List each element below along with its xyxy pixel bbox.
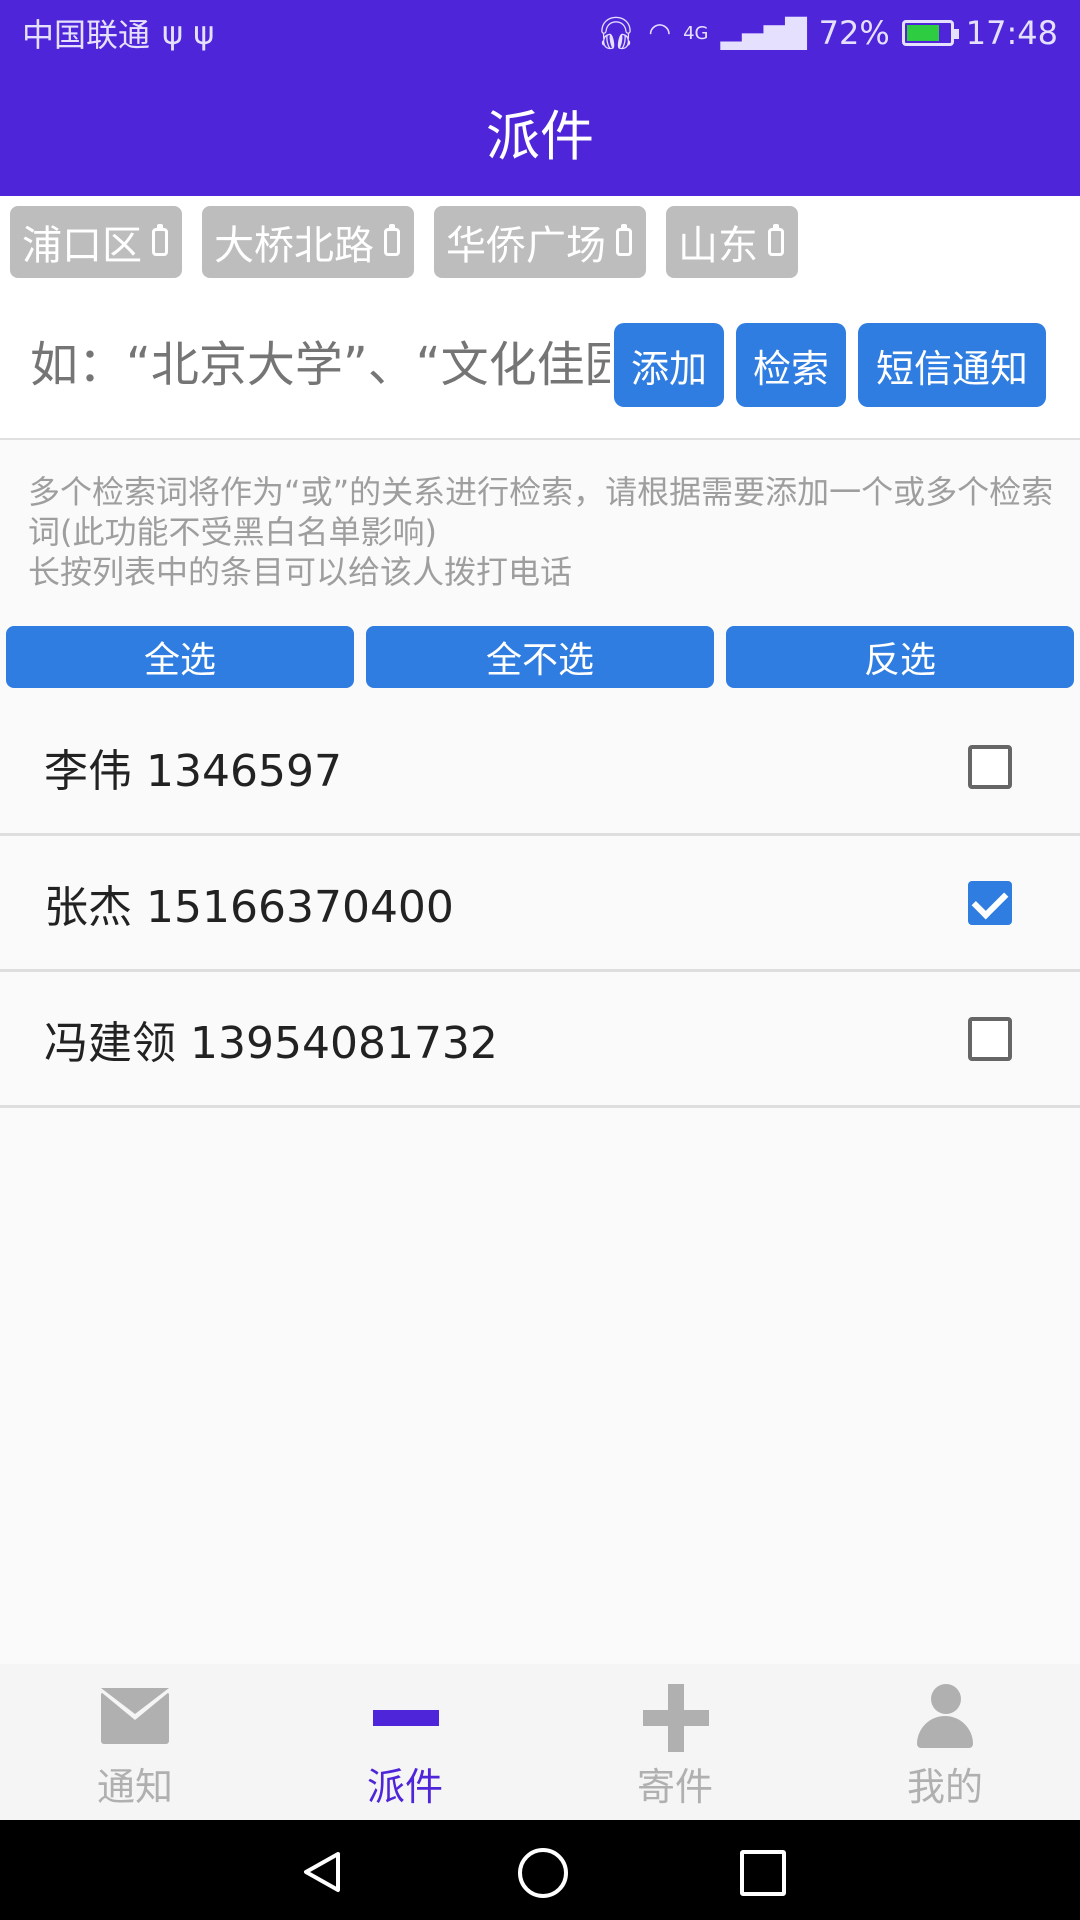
nav-label: 通知: [96, 1765, 173, 1809]
search-button[interactable]: 检索: [736, 323, 846, 407]
home-icon[interactable]: [518, 1848, 568, 1898]
person-icon: [909, 1684, 981, 1748]
trash-icon[interactable]: [384, 224, 400, 256]
back-icon[interactable]: [300, 1850, 344, 1894]
list-item[interactable]: 李伟 1346597: [0, 700, 1080, 836]
trash-icon[interactable]: [616, 224, 632, 256]
contact-label: 张杰 15166370400: [44, 881, 454, 933]
system-nav-bar: [0, 1820, 1080, 1920]
list-item[interactable]: 冯建领 13954081732: [0, 972, 1080, 1108]
nav-label: 我的: [906, 1765, 983, 1809]
bottom-navigation: 通知 派件 寄件 我的: [0, 1664, 1080, 1820]
headset-icon: 🎧︎: [595, 14, 637, 52]
trash-icon[interactable]: [768, 224, 784, 256]
select-all-button[interactable]: 全选: [6, 626, 354, 688]
tag-label: 大桥北路: [214, 223, 374, 269]
search-row: 添加 检索 短信通知: [0, 288, 1080, 440]
list-item[interactable]: 张杰 15166370400: [0, 836, 1080, 972]
carrier-label: 中国联通: [22, 16, 151, 54]
wifi-icon: ◠: [648, 18, 672, 48]
recent-apps-icon[interactable]: [740, 1850, 786, 1896]
tag-chip[interactable]: 浦口区: [10, 206, 182, 278]
add-button[interactable]: 添加: [614, 323, 724, 407]
hint-text: 多个检索词将作为“或”的关系进行检索，请根据需要添加一个或多个检索词(此功能不受…: [28, 472, 1058, 592]
status-right: 🎧︎ ◠ 4G ▂▄▆█ 72% 17:48: [596, 14, 1058, 52]
plus-icon: [639, 1684, 711, 1752]
nav-item-notify[interactable]: 通知: [0, 1664, 270, 1820]
contact-checkbox[interactable]: [968, 880, 1012, 925]
nav-label: 寄件: [636, 1765, 713, 1809]
tag-chip[interactable]: 山东: [666, 206, 798, 278]
keyword-input[interactable]: [28, 328, 612, 402]
tag-label: 浦口区: [22, 223, 142, 269]
network-label: 4G: [683, 22, 709, 44]
battery-icon: [901, 20, 959, 46]
select-none-button[interactable]: 全不选: [366, 626, 714, 688]
tag-chip[interactable]: 大桥北路: [202, 206, 414, 278]
nav-item-dispatch[interactable]: 派件: [270, 1664, 540, 1820]
contact-label: 冯建领 13954081732: [44, 1017, 498, 1069]
envelope-icon: [99, 1688, 171, 1748]
clock: 17:48: [965, 14, 1058, 52]
status-bar: 中国联通 ψ ψ 🎧︎ ◠ 4G ▂▄▆█ 72% 17:48: [0, 0, 1080, 66]
nav-label: 派件: [366, 1765, 443, 1809]
contact-checkbox[interactable]: [968, 1016, 1012, 1061]
nav-item-me[interactable]: 我的: [810, 1664, 1080, 1820]
contact-label: 李伟 1346597: [44, 745, 342, 797]
minus-icon: [369, 1688, 441, 1748]
page-title: 派件: [486, 104, 594, 168]
sms-notify-button[interactable]: 短信通知: [858, 323, 1046, 407]
tag-label: 华侨广场: [446, 223, 606, 269]
contact-list: 李伟 1346597 张杰 15166370400 冯建领 1395408173…: [0, 700, 1080, 1108]
contact-checkbox[interactable]: [968, 744, 1012, 789]
battery-percent: 72%: [818, 14, 890, 52]
app-bar: 派件: [0, 66, 1080, 196]
search-tags: 浦口区 大桥北路 华侨广场 山东: [0, 196, 1080, 288]
hint-line-2: 长按列表中的条目可以给该人拨打电话: [28, 553, 573, 591]
hint-line-1: 多个检索词将作为“或”的关系进行检索，请根据需要添加一个或多个检索词(此功能不受…: [28, 473, 1054, 551]
nav-item-send[interactable]: 寄件: [540, 1664, 810, 1820]
status-left: 中国联通 ψ ψ: [22, 10, 214, 56]
trash-icon[interactable]: [152, 224, 168, 256]
tag-label: 山东: [678, 223, 758, 269]
signal-icon: ▂▄▆█: [720, 16, 807, 50]
invert-selection-button[interactable]: 反选: [726, 626, 1074, 688]
tag-chip[interactable]: 华侨广场: [434, 206, 646, 278]
usb-icon: ψ ψ: [162, 14, 215, 52]
